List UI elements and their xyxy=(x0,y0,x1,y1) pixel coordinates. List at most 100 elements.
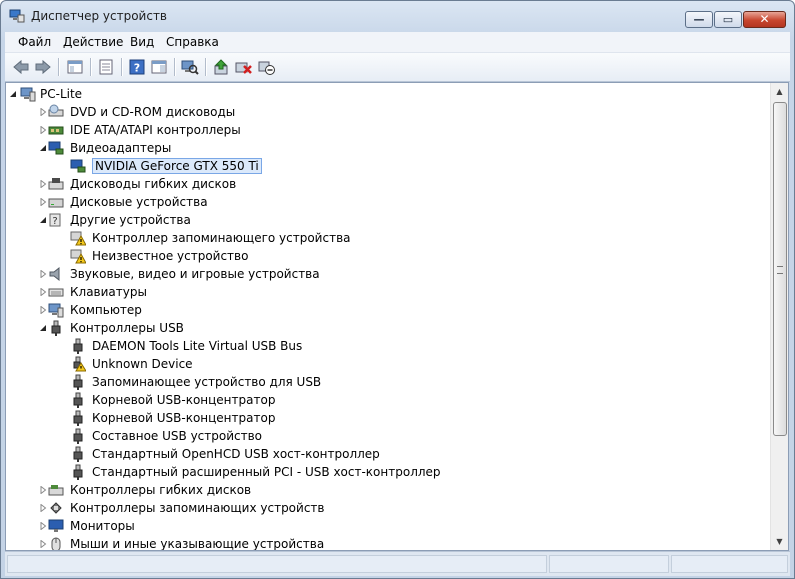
expanded-arrow-icon[interactable] xyxy=(39,324,47,332)
tree-item[interactable]: DVD и CD-ROM дисководы xyxy=(6,103,770,121)
floppy-drive-icon xyxy=(48,178,64,190)
tree-item[interactable]: Контроллеры USB xyxy=(6,319,770,337)
keyboard-icon xyxy=(48,288,64,297)
tree-item-label: Мыши и иные указывающие устройства xyxy=(70,537,325,551)
tree-item-label: Компьютер xyxy=(70,303,142,317)
menu-help[interactable]: Справка xyxy=(166,35,219,49)
scroll-down-arrow-icon[interactable]: ▼ xyxy=(771,533,788,550)
collapsed-arrow-icon[interactable] xyxy=(39,306,47,314)
tree-item[interactable]: Клавиатуры xyxy=(6,283,770,301)
tree-item[interactable]: Корневой USB-концентратор xyxy=(6,409,770,427)
tree-item-label: Клавиатуры xyxy=(70,285,147,299)
device-tree-panel: PC-Lite DVD и CD-ROM дисководы IDE ATA/ATA… xyxy=(5,82,789,551)
collapsed-arrow-icon[interactable] xyxy=(39,522,47,530)
tree-item[interactable]: Контроллеры запоминающих устройств xyxy=(6,499,770,517)
menu-view[interactable]: Вид xyxy=(130,35,154,49)
toolbar: ? xyxy=(5,53,790,82)
tree-item-label: Корневой USB-концентратор xyxy=(92,411,276,425)
tree-item[interactable]: Контроллер запоминающего устройства xyxy=(6,229,770,247)
toolbar-separator xyxy=(58,58,60,76)
usb-plug-icon xyxy=(73,428,83,444)
tree-item[interactable]: Стандартный расширенный PCI - USB хост-к… xyxy=(6,463,770,481)
tree-item-label: Стандартный расширенный PCI - USB хост-к… xyxy=(92,465,441,479)
tree-item-label: Звуковые, видео и игровые устройства xyxy=(70,267,320,281)
properties-button[interactable] xyxy=(96,57,116,77)
tree-item[interactable]: DAEMON Tools Lite Virtual USB Bus xyxy=(6,337,770,355)
collapsed-arrow-icon[interactable] xyxy=(39,180,47,188)
tree-item[interactable]: Контроллеры гибких дисков xyxy=(6,481,770,499)
tree-item[interactable]: NVIDIA GeForce GTX 550 Ti xyxy=(6,157,770,175)
expanded-arrow-icon[interactable] xyxy=(9,90,17,98)
show-hide-console-tree-button[interactable] xyxy=(65,57,85,77)
update-driver-button[interactable] xyxy=(212,57,232,77)
toolbar-separator xyxy=(174,58,176,76)
status-bar xyxy=(5,551,790,576)
back-button[interactable] xyxy=(11,57,31,77)
forward-button[interactable] xyxy=(33,57,53,77)
scrollbar-thumb[interactable] xyxy=(773,102,787,436)
action-pane-button[interactable] xyxy=(149,57,169,77)
computer-icon xyxy=(20,87,36,102)
collapsed-arrow-icon[interactable] xyxy=(39,126,47,134)
tree-item-label: Стандартный OpenHCD USB хост-контроллер xyxy=(92,447,380,461)
tree-item-label: Контроллер запоминающего устройства xyxy=(92,231,351,245)
tree-item-label: IDE ATA/ATAPI контроллеры xyxy=(70,123,241,137)
maximize-icon: ▭ xyxy=(722,13,734,26)
tree-item[interactable]: Стандартный OpenHCD USB хост-контроллер xyxy=(6,445,770,463)
caption-buttons: — ▭ ✕ xyxy=(684,11,786,29)
close-button[interactable]: ✕ xyxy=(743,11,786,28)
scan-hardware-button[interactable] xyxy=(180,57,200,77)
usb-plug-icon xyxy=(73,410,83,426)
show-hide-console-tree-icon xyxy=(67,60,83,74)
vertical-scrollbar[interactable]: ▲ ▼ xyxy=(770,83,788,550)
expanded-arrow-icon[interactable] xyxy=(39,216,47,224)
tree-item[interactable]: ? Другие устройства xyxy=(6,211,770,229)
tree-item[interactable]: Составное USB устройство xyxy=(6,427,770,445)
tree-item[interactable]: IDE ATA/ATAPI контроллеры xyxy=(6,121,770,139)
scroll-up-arrow-icon[interactable]: ▲ xyxy=(771,83,788,100)
menu-action[interactable]: Действие xyxy=(63,35,123,49)
tree-item[interactable]: Дисководы гибких дисков xyxy=(6,175,770,193)
tree-item[interactable]: Дисковые устройства xyxy=(6,193,770,211)
speaker-icon xyxy=(49,266,60,282)
tree-item[interactable]: Unknown Device xyxy=(6,355,770,373)
collapsed-arrow-icon[interactable] xyxy=(39,504,47,512)
uninstall-button[interactable] xyxy=(234,57,254,77)
svg-text:?: ? xyxy=(134,62,140,75)
help-button[interactable]: ? xyxy=(127,57,147,77)
tree-item[interactable]: Мыши и иные указывающие устройства xyxy=(6,535,770,551)
menu-file[interactable]: Файл xyxy=(18,35,51,49)
device-manager-window: Диспетчер устройств — ▭ ✕ Файл Действие … xyxy=(0,0,795,579)
disk-drive-icon xyxy=(48,198,64,208)
status-cell xyxy=(671,555,788,573)
tree-item[interactable]: Звуковые, видео и игровые устройства xyxy=(6,265,770,283)
tree-item-label: Контроллеры запоминающих устройств xyxy=(70,501,325,515)
maximize-button[interactable]: ▭ xyxy=(714,11,742,28)
tree-item[interactable]: Запоминающее устройство для USB xyxy=(6,373,770,391)
tree-item-label: Корневой USB-концентратор xyxy=(92,393,276,407)
collapsed-arrow-icon[interactable] xyxy=(39,540,47,548)
collapsed-arrow-icon[interactable] xyxy=(39,108,47,116)
display-adapter-icon xyxy=(70,159,86,173)
collapsed-arrow-icon[interactable] xyxy=(39,270,47,278)
tree-item[interactable]: Корневой USB-концентратор xyxy=(6,391,770,409)
minimize-button[interactable]: — xyxy=(685,11,713,28)
tree-item[interactable]: Мониторы xyxy=(6,517,770,535)
toolbar-separator xyxy=(121,58,123,76)
collapsed-arrow-icon[interactable] xyxy=(39,288,47,296)
disable-device-button[interactable] xyxy=(257,57,277,77)
title-bar[interactable]: Диспетчер устройств — ▭ ✕ xyxy=(1,1,794,31)
expanded-arrow-icon[interactable] xyxy=(39,144,47,152)
tree-item-label: Видеоадаптеры xyxy=(70,141,172,155)
collapsed-arrow-icon[interactable] xyxy=(39,198,47,206)
tree-item[interactable]: PC-Lite xyxy=(6,85,770,103)
close-icon: ✕ xyxy=(759,12,770,26)
status-cell xyxy=(7,555,547,573)
tree-item-label: PC-Lite xyxy=(40,87,83,101)
tree-item[interactable]: Видеоадаптеры xyxy=(6,139,770,157)
tree-item[interactable]: Неизвестное устройство xyxy=(6,247,770,265)
collapsed-arrow-icon[interactable] xyxy=(39,486,47,494)
tree-item[interactable]: Компьютер xyxy=(6,301,770,319)
dvd-drive-icon xyxy=(48,104,64,117)
floppy-controller-icon xyxy=(48,485,64,496)
